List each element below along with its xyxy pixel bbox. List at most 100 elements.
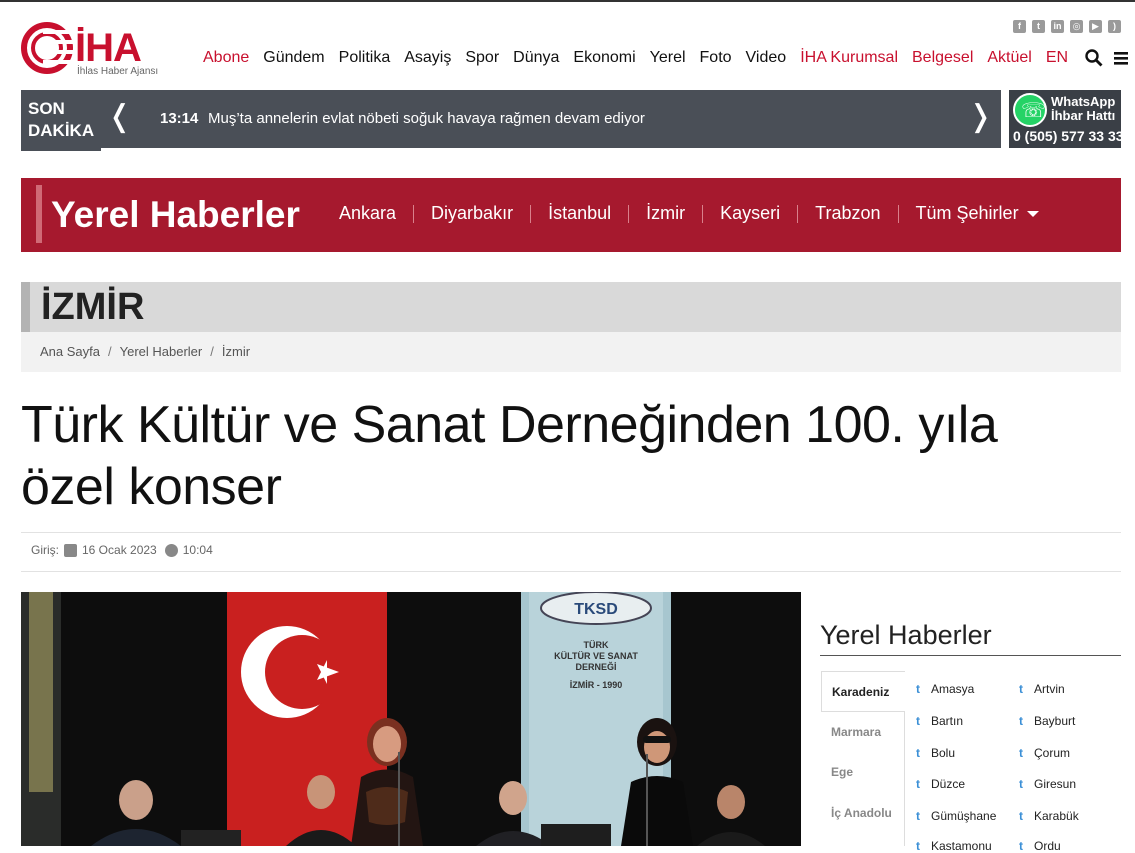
nav-dunya[interactable]: Dünya: [513, 49, 559, 67]
city-header: İZMİR: [21, 282, 1121, 332]
city-bullet-icon: t: [1019, 777, 1023, 791]
divider: [21, 571, 1121, 572]
youtube-icon[interactable]: ▶: [1089, 20, 1102, 33]
chevron-right-icon[interactable]: ❭: [968, 102, 993, 132]
whatsapp-icon: [1013, 93, 1047, 127]
breaking-label-line1: SON: [28, 99, 65, 118]
city-item[interactable]: t Karabük: [1019, 809, 1079, 823]
logo-text: İHA: [75, 26, 142, 70]
nav-asayis[interactable]: Asayiş: [404, 49, 451, 67]
instagram-icon[interactable]: ◎: [1070, 20, 1083, 33]
article-date: 16 Ocak 2023: [82, 543, 157, 557]
nav-ekonomi[interactable]: Ekonomi: [573, 49, 635, 67]
city-label: Gümüşhane: [931, 809, 997, 823]
breaking-headline-link[interactable]: Muş’ta annelerin evlat nöbeti soğuk hava…: [208, 110, 645, 127]
tab-karadeniz[interactable]: Karadeniz: [821, 671, 905, 712]
tab-ic-anadolu[interactable]: İç Anadolu: [821, 793, 905, 834]
city-link-ankara[interactable]: Ankara: [339, 203, 396, 224]
city-link-trabzon[interactable]: Trabzon: [815, 203, 880, 224]
city-bullet-icon: t: [1019, 682, 1023, 696]
article-meta: Giriş: 16 Ocak 2023 10:04: [31, 543, 213, 557]
city-bullet-icon: t: [916, 777, 920, 791]
city-label: Bartın: [931, 714, 964, 728]
city-bullet-icon: t: [916, 809, 920, 823]
city-label: Çorum: [1034, 746, 1071, 760]
local-city-nav: Ankara Diyarbakır İstanbul İzmir Kayseri…: [339, 203, 1039, 224]
city-bullet-icon: t: [916, 682, 920, 696]
rss-icon[interactable]: ): [1108, 20, 1121, 33]
search-icon[interactable]: [1085, 49, 1103, 67]
iha-logo[interactable]: İHA İhlas Haber Ajansı: [21, 22, 171, 78]
city-link-diyarbakir[interactable]: Diyarbakır: [431, 203, 513, 224]
breadcrumb-current[interactable]: İzmir: [222, 344, 250, 372]
all-cities-dropdown[interactable]: Tüm Şehirler: [916, 203, 1039, 224]
menu-icon[interactable]: [1113, 50, 1129, 66]
nav-politika[interactable]: Politika: [339, 49, 391, 67]
linkedin-icon[interactable]: in: [1051, 20, 1064, 33]
article-photo[interactable]: TKSD TÜRK KÜLTÜR VE SANAT DERNEĞİ İZMİR …: [21, 592, 801, 846]
city-item[interactable]: t Giresun: [1019, 777, 1076, 791]
city-item[interactable]: t Kastamonu: [916, 839, 992, 853]
nav-iha-kurumsal[interactable]: İHA Kurumsal: [800, 49, 898, 67]
city-bullet-icon: t: [1019, 809, 1023, 823]
chevron-left-icon[interactable]: ❬: [107, 102, 132, 132]
nav-foto[interactable]: Foto: [700, 49, 732, 67]
region-tabs: Karadeniz Marmara Ege İç Anadolu: [821, 671, 905, 833]
banner-logo-text: TKSD: [574, 601, 618, 618]
city-item[interactable]: t Gümüşhane: [916, 809, 996, 823]
tabs-border: [904, 711, 905, 846]
facebook-icon[interactable]: f: [1013, 20, 1026, 33]
city-label: Düzce: [931, 777, 966, 791]
city-link-kayseri[interactable]: Kayseri: [720, 203, 780, 224]
local-news-title[interactable]: Yerel Haberler: [51, 194, 300, 236]
tab-marmara[interactable]: Marmara: [821, 712, 905, 753]
breadcrumb-home[interactable]: Ana Sayfa: [40, 344, 100, 372]
clock-icon: [164, 543, 178, 557]
nav-aktuel[interactable]: Aktüel: [987, 49, 1031, 67]
city-item[interactable]: t Ordu: [1019, 839, 1061, 853]
divider: [820, 655, 1121, 656]
city-item[interactable]: t Çorum: [1019, 746, 1070, 760]
nav-belgesel[interactable]: Belgesel: [912, 49, 973, 67]
breadcrumb-local[interactable]: Yerel Haberler: [120, 344, 203, 372]
nav-yerel[interactable]: Yerel: [650, 49, 686, 67]
city-label: Artvin: [1034, 682, 1065, 696]
divider: [21, 532, 1121, 533]
nav-video[interactable]: Video: [746, 49, 787, 67]
nav-en[interactable]: EN: [1046, 49, 1068, 67]
city-item[interactable]: t Amasya: [916, 682, 974, 696]
whatsapp-line1: WhatsApp: [1051, 94, 1116, 109]
whatsapp-line2: İhbar Hattı: [1051, 108, 1116, 123]
whatsapp-tip-line[interactable]: WhatsApp İhbar Hattı 0 (505) 577 33 33: [1009, 90, 1124, 148]
city-item[interactable]: t Artvin: [1019, 682, 1065, 696]
city-item[interactable]: t Bolu: [916, 746, 955, 760]
city-link-izmir[interactable]: İzmir: [646, 203, 685, 224]
divider: [897, 204, 899, 223]
top-border: [0, 0, 1135, 2]
caret-down-icon: [1026, 211, 1039, 218]
city-bullet-icon: t: [1019, 839, 1023, 853]
city-item[interactable]: t Bartın: [916, 714, 963, 728]
breadcrumb: Ana Sayfa / Yerel Haberler / İzmir: [21, 332, 1121, 372]
logo-mark-icon: [21, 22, 73, 74]
twitter-icon[interactable]: t: [1032, 20, 1045, 33]
city-label: Karabük: [1034, 809, 1079, 823]
city-bullet-icon: t: [916, 746, 920, 760]
city-label: Ordu: [1034, 839, 1061, 853]
city-item[interactable]: t Düzce: [916, 777, 965, 791]
all-cities-label: Tüm Şehirler: [915, 203, 1019, 223]
nav-gundem[interactable]: Gündem: [263, 49, 324, 67]
tab-ege[interactable]: Ege: [821, 752, 905, 793]
nav-abone[interactable]: Abone: [203, 49, 249, 67]
city-link-istanbul[interactable]: İstanbul: [548, 203, 611, 224]
posted-label: Giriş:: [31, 543, 59, 557]
city-label: Giresun: [1034, 777, 1077, 791]
local-bar-accent: [36, 185, 42, 243]
social-links: f t in ◎ ▶ ): [1013, 20, 1121, 33]
breaking-label: SON DAKİKA: [21, 90, 101, 151]
city-item[interactable]: t Bayburt: [1019, 714, 1075, 728]
local-news-bar: Yerel Haberler Ankara Diyarbakır İstanbu…: [21, 178, 1121, 252]
banner-line-2: KÜLTÜR VE SANAT: [554, 651, 638, 661]
sidebar-title: Yerel Haberler: [820, 620, 992, 650]
nav-spor[interactable]: Spor: [465, 49, 499, 67]
